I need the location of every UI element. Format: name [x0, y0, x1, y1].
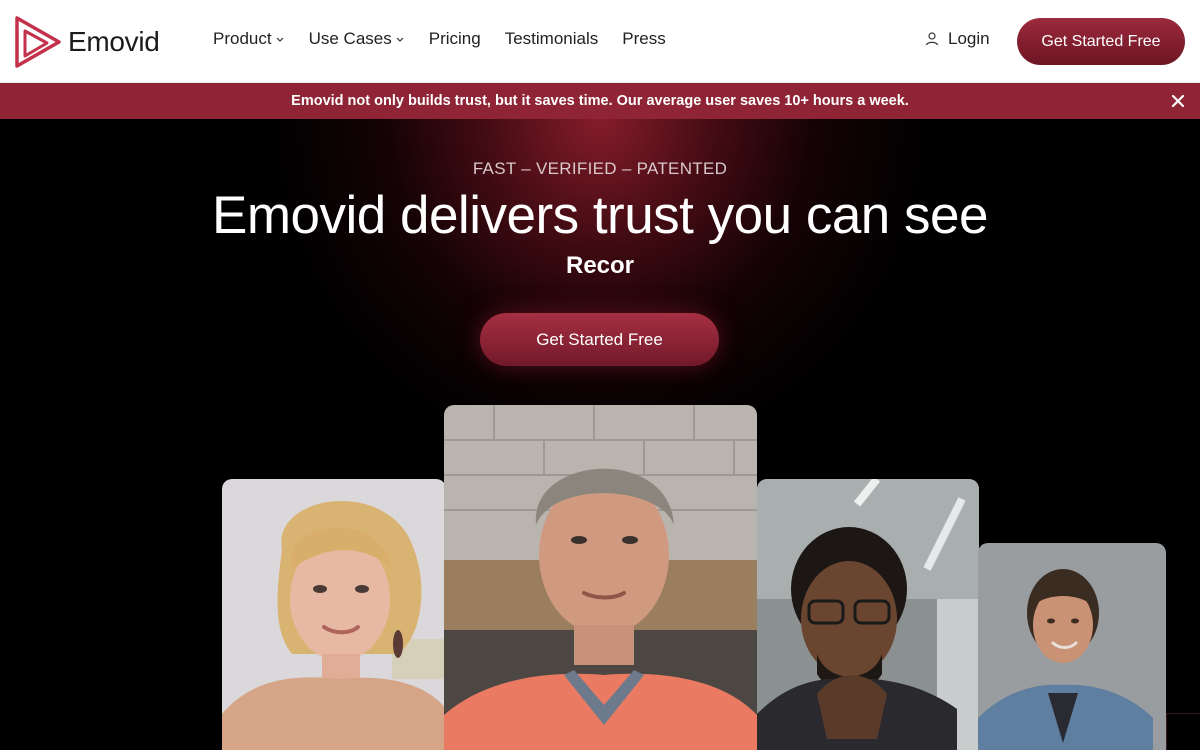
get-started-button-hero[interactable]: Get Started Free [480, 313, 719, 366]
user-icon [925, 32, 939, 46]
video-thumbnail-man [444, 405, 757, 750]
nav-item-press[interactable]: Press [622, 29, 665, 49]
nav-item-label: Testimonials [504, 29, 599, 48]
hero-headline: Emovid delivers trust you can see [212, 186, 988, 245]
hero-section: FAST – VERIFIED – PATENTED Emovid delive… [0, 119, 1200, 750]
nav-item-label: Product [213, 29, 272, 48]
close-icon[interactable] [1168, 91, 1188, 111]
decorative-line [1166, 713, 1167, 750]
chevron-down-icon [276, 37, 284, 42]
nav-item-label: Press [622, 29, 666, 48]
announcement-text: Emovid not only builds trust, but it sav… [291, 93, 909, 109]
announcement-bar: Emovid not only builds trust, but it sav… [0, 83, 1200, 119]
decorative-line [1166, 713, 1200, 714]
logo[interactable]: Emovid [14, 16, 160, 68]
video-thumbnail-man-glasses [757, 479, 979, 750]
video-card-1[interactable] [222, 479, 446, 750]
nav-item-label: Pricing [428, 29, 481, 48]
logo-text: Emovid [68, 26, 160, 57]
video-thumbnail-woman-denim [978, 543, 1166, 750]
nav-item-label: Use Cases [308, 29, 392, 48]
main-nav: Product Use Cases Pricing Testimonials P… [213, 29, 666, 49]
site-header: Emovid Product Use Cases Pricing Testimo… [0, 0, 1200, 83]
login-link[interactable]: Login [924, 29, 990, 49]
nav-item-pricing[interactable]: Pricing [429, 29, 481, 49]
nav-item-product[interactable]: Product [213, 29, 285, 49]
chevron-down-icon [396, 37, 404, 42]
login-label: Login [948, 29, 990, 48]
hero-eyebrow: FAST – VERIFIED – PATENTED [472, 159, 728, 178]
get-started-button-header[interactable]: Get Started Free [1017, 18, 1185, 65]
video-card-2[interactable] [444, 405, 757, 750]
video-card-4[interactable] [978, 543, 1166, 750]
nav-item-testimonials[interactable]: Testimonials [505, 29, 599, 49]
video-thumbnail-woman [222, 479, 446, 750]
hero-subline: Recor [565, 252, 635, 279]
emovid-logo-icon [15, 16, 61, 68]
video-card-3[interactable] [757, 479, 979, 750]
nav-item-use-cases[interactable]: Use Cases [309, 29, 405, 49]
